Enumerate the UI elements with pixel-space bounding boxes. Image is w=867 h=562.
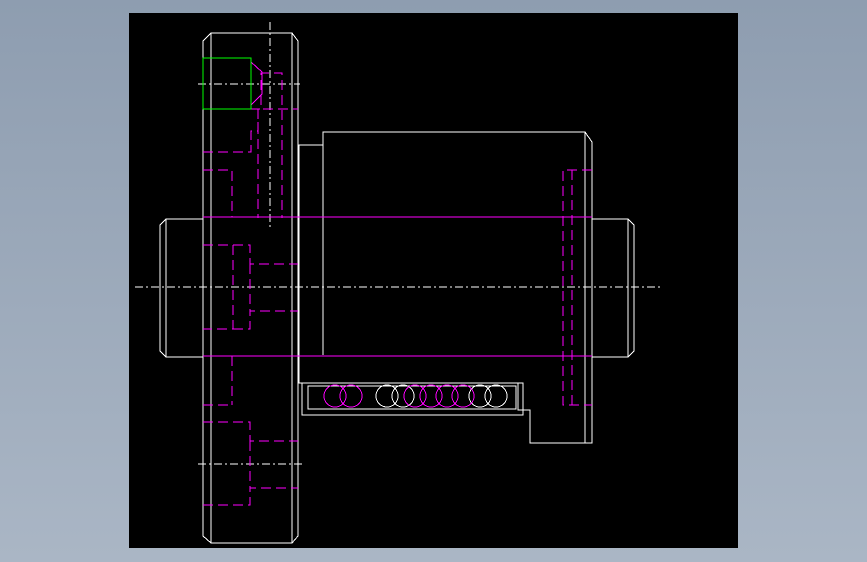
flange-step-inner [233,244,298,265]
hidden-dashed-lines [203,72,592,506]
flange-step-upper [203,169,233,217]
ball [391,384,415,408]
ball [451,384,475,408]
flange-step-inner-lower [233,310,298,330]
lower-bolt-hole-bottom [203,487,298,506]
ball [339,384,363,408]
cad-drawing [135,22,660,544]
balls-hidden [323,384,475,408]
ball-return-tube-outer [301,382,524,416]
lower-bolt-hole [203,421,298,442]
drawing-canvas[interactable] [129,13,738,548]
ball [484,384,508,408]
